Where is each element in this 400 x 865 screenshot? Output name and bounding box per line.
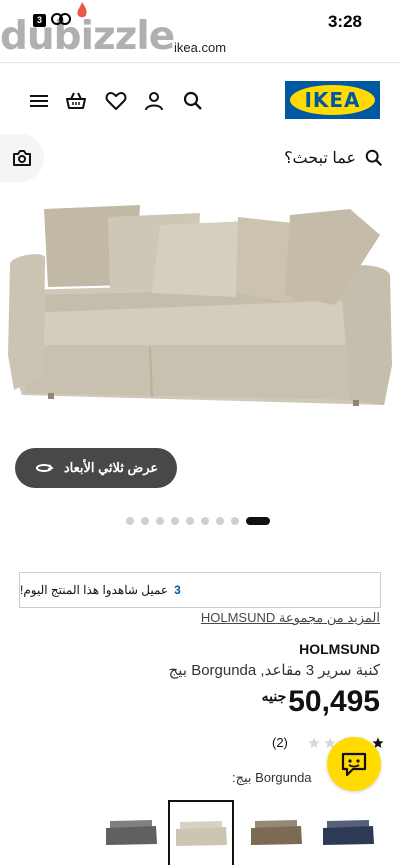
carousel-dots [126, 517, 270, 525]
rating-count: (2) [272, 735, 288, 750]
chat-button[interactable] [327, 737, 381, 791]
color-swatch[interactable] [98, 800, 164, 865]
ikea-logo[interactable]: IKEA [285, 81, 380, 119]
swatch-sofa-thumbnail [251, 819, 302, 845]
color-swatches [98, 800, 400, 865]
link-icon [51, 13, 71, 25]
search-icon[interactable] [182, 90, 204, 112]
menu-icon[interactable] [28, 90, 50, 112]
view-3d-button[interactable]: عرض ثلاثي الأبعاد [15, 448, 177, 488]
carousel-dot[interactable] [231, 517, 239, 525]
camera-icon [13, 150, 31, 166]
carousel-dot[interactable] [126, 517, 134, 525]
carousel-dot[interactable] [186, 517, 194, 525]
viewers-notice: 3 عميل شاهدوا هذا المنتج اليوم! [19, 572, 381, 608]
watermark: dubizzle [0, 14, 175, 59]
star-icon [308, 737, 320, 748]
price-currency: جنيه [261, 688, 287, 704]
color-swatch[interactable] [243, 800, 309, 865]
basket-icon[interactable] [65, 90, 87, 112]
carousel-dot[interactable] [246, 517, 270, 525]
url-bar[interactable]: ikea.com [174, 40, 226, 55]
carousel-dot[interactable] [216, 517, 224, 525]
view-3d-label: عرض ثلاثي الأبعاد [63, 460, 159, 475]
rotate-3d-icon [35, 464, 54, 472]
product-price: جنيه 50,495 [262, 685, 380, 719]
clock: 3:28 [327, 12, 362, 31]
collection-link[interactable]: المزيد من مجموعة HOLMSUND [201, 610, 380, 626]
chat-icon [341, 752, 367, 777]
swatch-sofa-thumbnail [106, 819, 157, 845]
search-icon [365, 149, 383, 167]
logo-text: IKEA [304, 88, 361, 112]
product-image[interactable] [0, 195, 400, 435]
user-icon[interactable] [143, 90, 165, 112]
color-swatch[interactable] [315, 800, 381, 865]
swatch-sofa-thumbnail [176, 820, 227, 846]
flame-icon [77, 2, 87, 18]
divider [0, 62, 400, 63]
status-bar: dubizzle 3 3:28 ikea.com [0, 0, 400, 62]
color-swatch[interactable] [168, 800, 234, 865]
search-placeholder: عما تبحث؟ [284, 150, 356, 167]
price-amount: 50,495 [288, 685, 380, 718]
viewers-count: 3 [174, 583, 181, 597]
camera-search-button[interactable] [0, 134, 44, 182]
search-input[interactable]: عما تبحث؟ [284, 144, 384, 172]
logo-oval: IKEA [290, 85, 375, 115]
heart-icon[interactable] [105, 90, 127, 112]
viewers-text: عميل شاهدوا هذا المنتج اليوم! [20, 583, 169, 597]
notification-badge: 3 [33, 14, 46, 27]
product-description: كنبة سرير 3 مقاعد, Borgunda بيج [168, 662, 380, 679]
swatch-sofa-thumbnail [323, 819, 374, 845]
carousel-dot[interactable] [141, 517, 149, 525]
carousel-dot[interactable] [201, 517, 209, 525]
carousel-dot[interactable] [171, 517, 179, 525]
color-label: Borgunda بيج: [232, 770, 312, 785]
carousel-dot[interactable] [156, 517, 164, 525]
product-name: HOLMSUND [299, 641, 380, 657]
